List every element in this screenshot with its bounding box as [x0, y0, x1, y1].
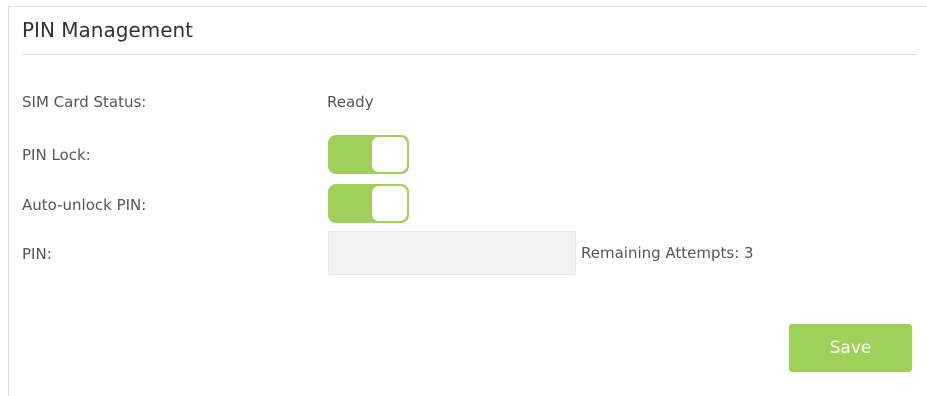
- pin-lock-label: PIN Lock:: [22, 146, 91, 164]
- toggle-knob: [372, 186, 407, 221]
- pin-lock-toggle[interactable]: [328, 135, 409, 174]
- title-divider: [22, 54, 916, 55]
- sim-card-status-label: SIM Card Status:: [22, 93, 147, 111]
- auto-unlock-pin-label: Auto-unlock PIN:: [22, 196, 147, 214]
- pin-label: PIN:: [22, 245, 52, 263]
- sim-card-status-value: Ready: [327, 93, 374, 111]
- toggle-knob: [372, 137, 407, 172]
- remaining-attempts-text: Remaining Attempts: 3: [581, 244, 754, 262]
- save-button[interactable]: Save: [789, 324, 912, 372]
- pin-management-panel: PIN Management SIM Card Status: Ready PI…: [8, 6, 927, 396]
- pin-input[interactable]: [328, 231, 576, 275]
- auto-unlock-pin-toggle[interactable]: [328, 184, 409, 223]
- page-title: PIN Management: [22, 18, 194, 42]
